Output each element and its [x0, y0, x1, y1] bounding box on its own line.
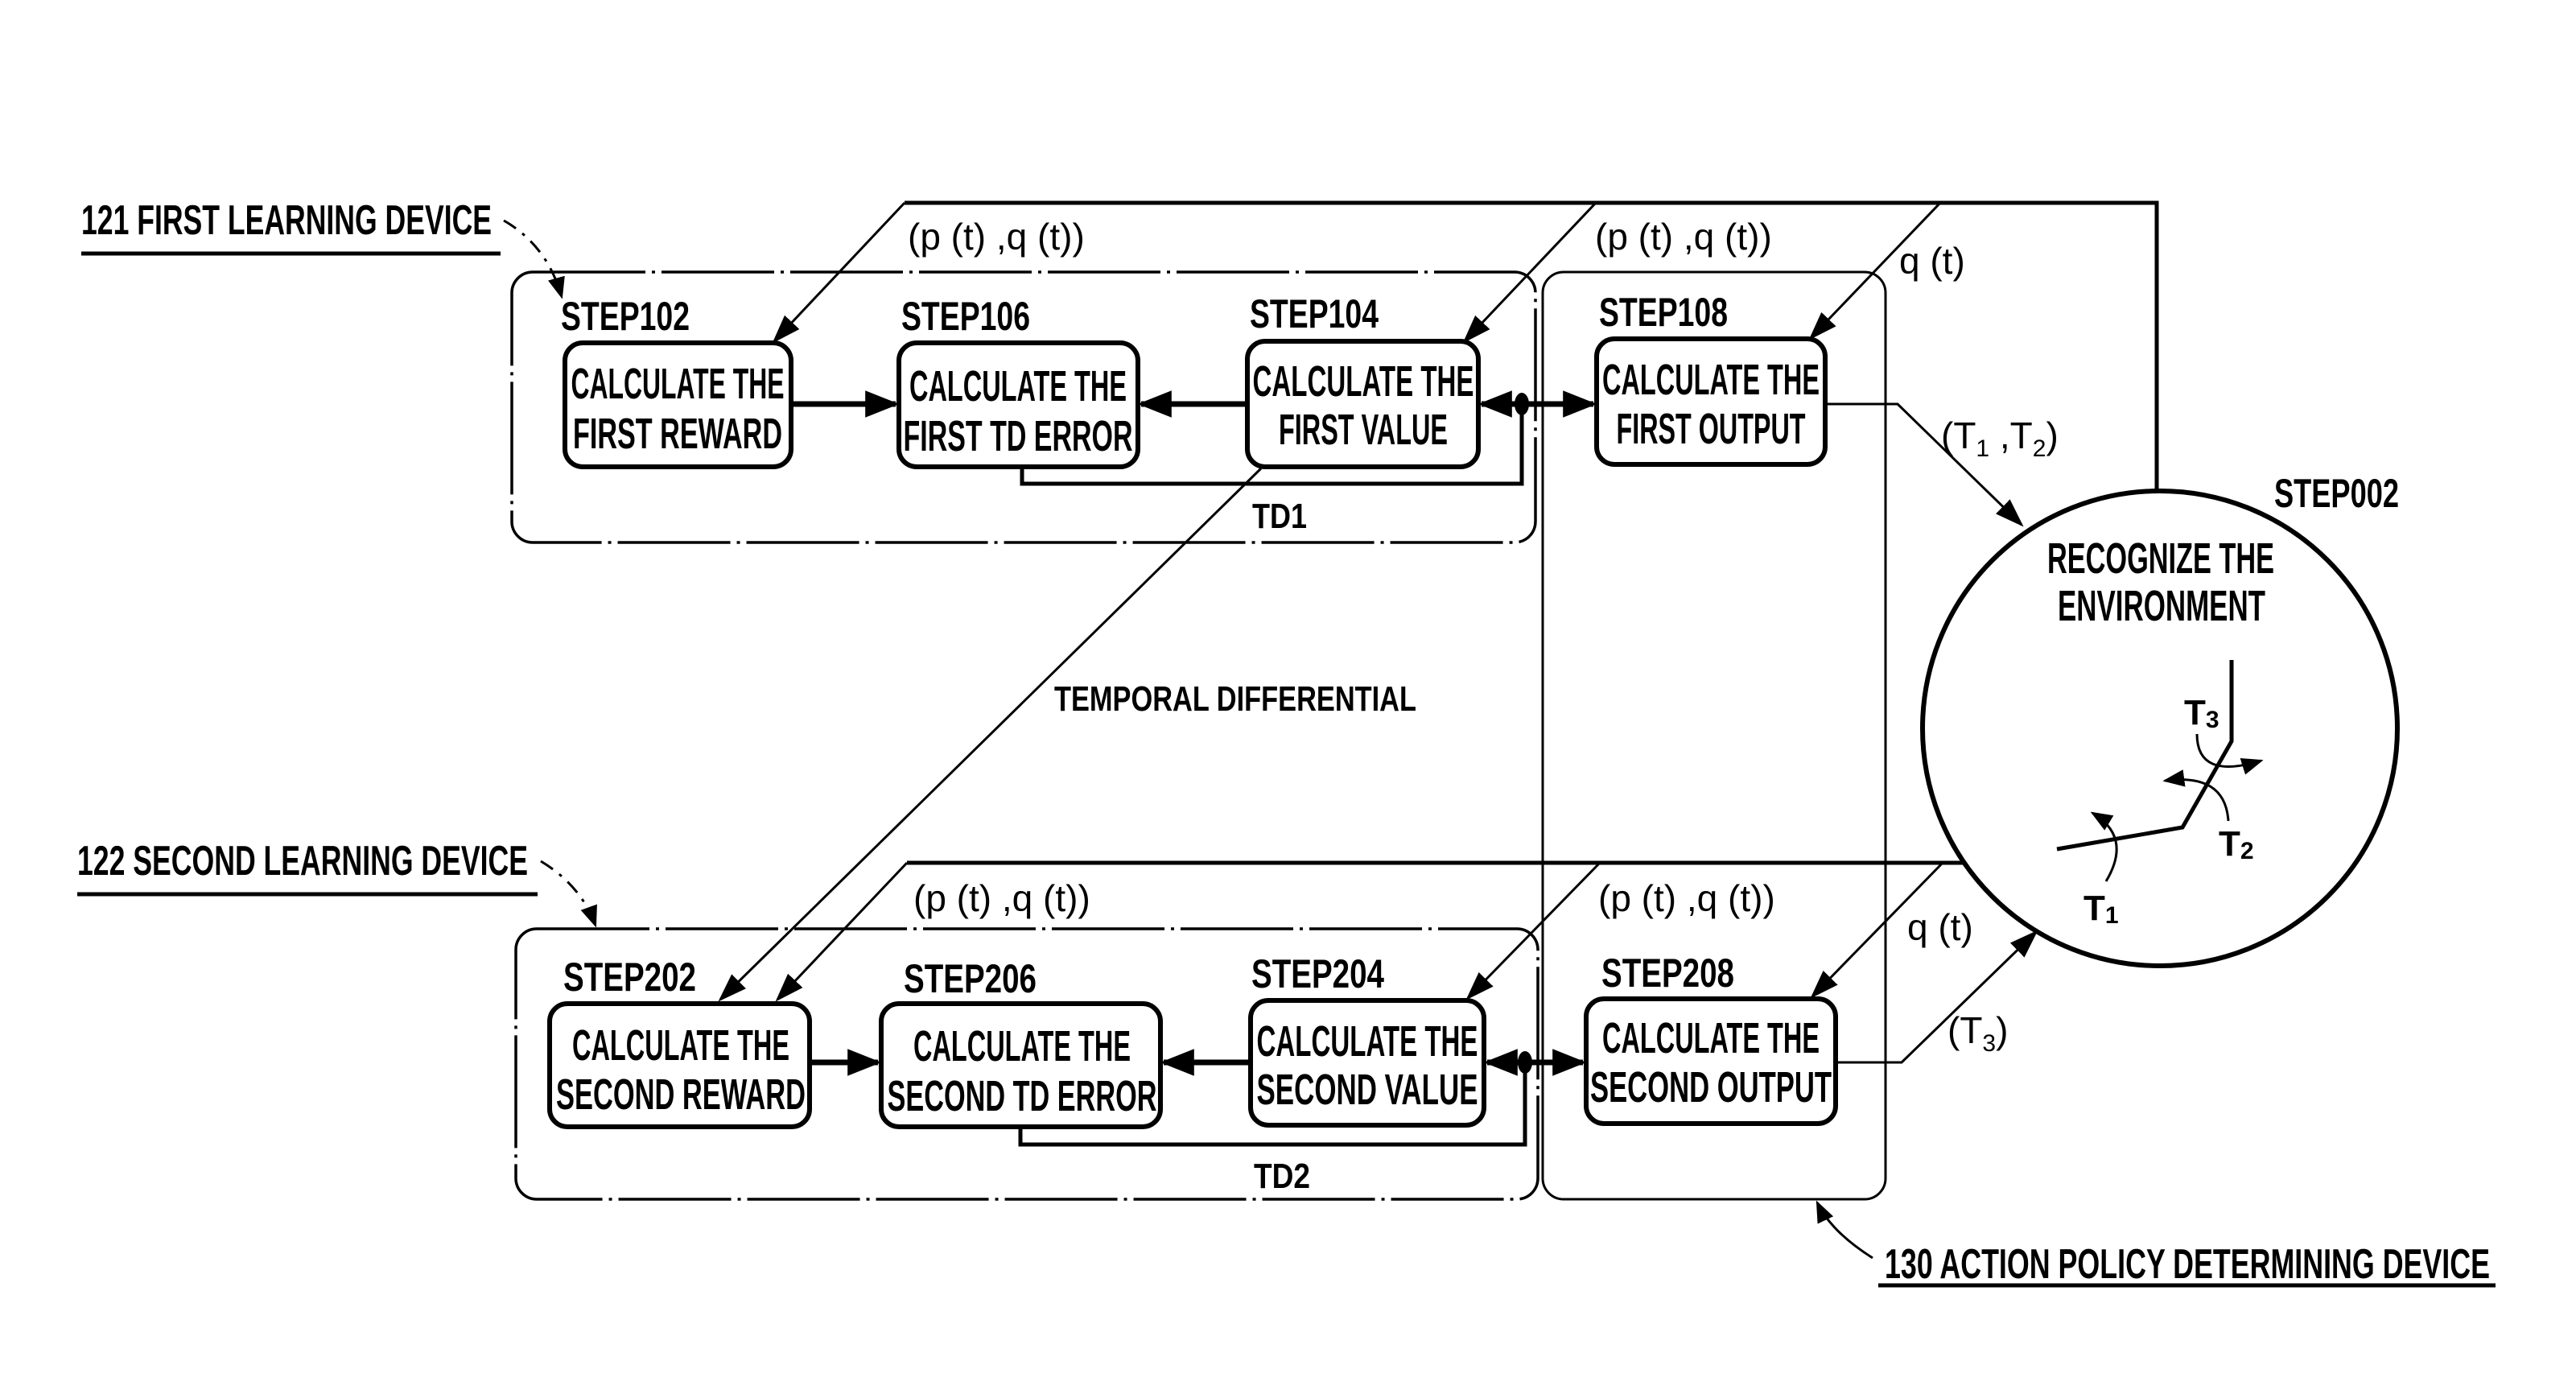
step002-label: STEP002 [2274, 471, 2399, 516]
first-learning-device-label: 121 FIRST LEARNING DEVICE [81, 197, 565, 299]
t3-signal-label: (T3) [1947, 1009, 2008, 1057]
step102-line2: FIRST REWARD [573, 410, 782, 458]
environment-node: STEP002 RECOGNIZE THE ENVIRONMENT T1 T2 … [1920, 471, 2400, 968]
step204-label: STEP204 [1251, 951, 1384, 996]
step104-line1: CALCULATE THE [1253, 357, 1474, 406]
q-signal-label-1: q (t) [1899, 240, 1965, 282]
temporal-differential-label: TEMPORAL DIFFERENTIAL [1054, 679, 1416, 719]
step108-line1: CALCULATE THE [1602, 356, 1820, 404]
step204-line2: SECOND VALUE [1257, 1066, 1478, 1114]
step106-line2: FIRST TD ERROR [904, 412, 1133, 460]
td1-label: TD1 [1252, 497, 1307, 536]
step108-label: STEP108 [1599, 290, 1728, 335]
q-signal-label-2: q (t) [1907, 906, 1973, 948]
step104: STEP104 CALCULATE THE FIRST VALUE [1245, 291, 1481, 469]
step206: STEP206 CALCULATE THE SECOND TD ERROR [879, 956, 1163, 1129]
step204-line1: CALCULATE THE [1257, 1017, 1478, 1066]
t3-label-text: (T3) [1947, 1009, 2008, 1057]
t1t2-label-text: (T1 ,T2) [1941, 414, 2059, 462]
step202-line2: SECOND REWARD [556, 1070, 806, 1119]
td2-label: TD2 [1254, 1157, 1310, 1196]
t1t2-signal-label: (T1 ,T2) [1941, 414, 2059, 462]
robot-arm-icon [2056, 660, 2234, 852]
step202-line1: CALCULATE THE [572, 1021, 789, 1070]
temporal-differential-arrow [718, 467, 1263, 1002]
step102: STEP102 CALCULATE THE FIRST REWARD [561, 294, 793, 469]
step102-label: STEP102 [561, 294, 690, 339]
step104-label: STEP104 [1250, 291, 1379, 336]
step106: STEP106 CALCULATE THE FIRST TD ERROR [896, 294, 1140, 469]
step202: STEP202 CALCULATE THE SECOND REWARD [547, 955, 812, 1129]
t1-rotation-arrow-icon [2090, 811, 2118, 882]
step108: STEP108 CALCULATE THE FIRST OUTPUT [1594, 290, 1828, 467]
step206-line2: SECOND TD ERROR [888, 1072, 1157, 1120]
pq-signal-label-4: (p (t) ,q (t)) [1598, 877, 1775, 919]
step208: STEP208 CALCULATE THE SECOND OUTPUT [1584, 951, 1838, 1126]
step202-label: STEP202 [563, 955, 696, 1000]
step104-line2: FIRST VALUE [1279, 406, 1448, 454]
step204: STEP204 CALCULATE THE SECOND VALUE [1248, 951, 1486, 1128]
step106-label: STEP106 [901, 294, 1030, 339]
second-learning-device-label: 122 SECOND LEARNING DEVICE [77, 838, 597, 928]
action-policy-device-pointer-arrow [1816, 1200, 1873, 1260]
step206-label: STEP206 [904, 956, 1037, 1001]
flow-diagram: 121 FIRST LEARNING DEVICE 122 SECOND LEA… [77, 197, 2496, 1288]
second-learning-device-text: 122 SECOND LEARNING DEVICE [77, 838, 528, 885]
pq-signal-label-3: (p (t) ,q (t)) [913, 877, 1090, 919]
joint-t2-label: T2 [2219, 824, 2254, 864]
action-policy-device-label: 130 ACTION POLICY DETERMINING DEVICE [1816, 1200, 2496, 1288]
step208-line1: CALCULATE THE [1602, 1014, 1820, 1062]
pq-signal-label-1: (p (t) ,q (t)) [908, 216, 1085, 258]
pq-to-step204-arrow [1465, 861, 1601, 1000]
environment-line2: ENVIRONMENT [2058, 582, 2265, 630]
step206-line1: CALCULATE THE [913, 1022, 1131, 1070]
joint-t3-label: T3 [2184, 693, 2219, 733]
step108-line2: FIRST OUTPUT [1617, 405, 1806, 453]
step208-label: STEP208 [1601, 951, 1734, 996]
step208-line2: SECOND OUTPUT [1590, 1063, 1832, 1111]
t3-rotation-arrow-icon [2195, 733, 2264, 775]
step102-line1: CALCULATE THE [571, 360, 785, 408]
first-learning-device-text: 121 FIRST LEARNING DEVICE [81, 197, 492, 244]
step106-line1: CALCULATE THE [909, 362, 1127, 410]
environment-line1: RECOGNIZE THE [2047, 534, 2274, 583]
second-learning-device-pointer-arrow [540, 860, 597, 928]
joint-t1-label: T1 [2083, 889, 2119, 929]
action-policy-device-text: 130 ACTION POLICY DETERMINING DEVICE [1885, 1241, 2490, 1288]
pq-signal-label-2: (p (t) ,q (t)) [1595, 216, 1772, 258]
pq-to-step202-arrow [775, 861, 909, 1002]
